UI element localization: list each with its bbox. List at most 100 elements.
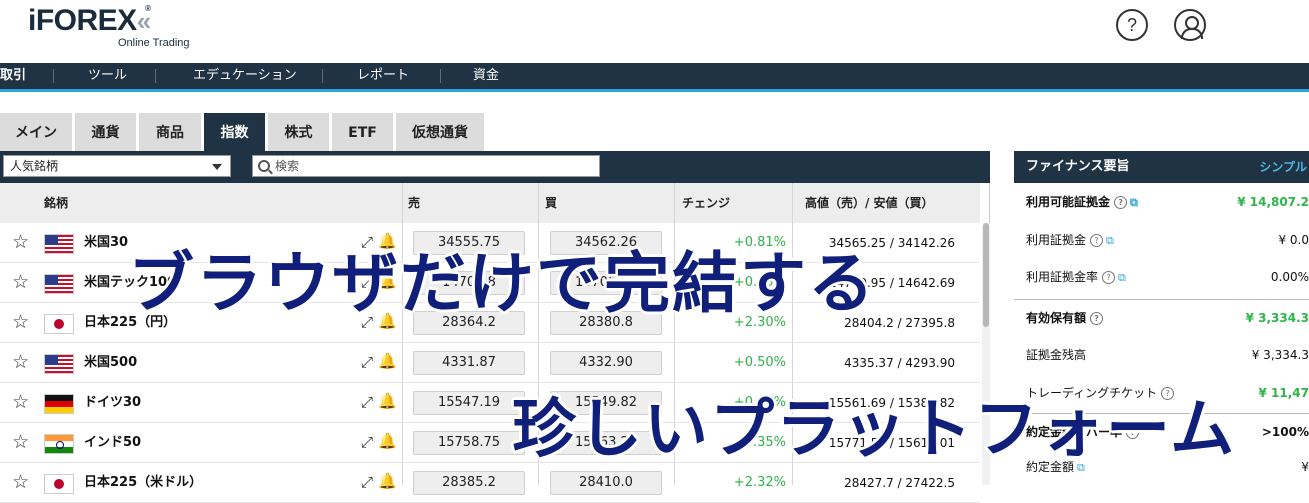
bell-icon[interactable]: 🔔 bbox=[378, 392, 397, 410]
favorite-star-icon[interactable]: ☆ bbox=[12, 472, 29, 492]
change-value: +0.50% bbox=[733, 355, 786, 370]
finance-row: 利用証拠金? ⧉ ¥ 0.0 bbox=[1014, 222, 1309, 259]
logo[interactable]: iFOREX«® bbox=[28, 4, 152, 38]
chart-icon[interactable]: ⤢ bbox=[361, 393, 373, 411]
help-icon[interactable]: ? bbox=[1114, 196, 1128, 209]
nav-divider bbox=[440, 69, 441, 83]
favorite-star-icon[interactable]: ☆ bbox=[12, 232, 29, 252]
help-icon[interactable]: ? bbox=[1090, 234, 1104, 247]
external-link-icon[interactable]: ⧉ bbox=[1130, 184, 1138, 221]
instrument-name[interactable]: インド50 bbox=[84, 423, 141, 463]
favorite-star-icon[interactable]: ☆ bbox=[12, 392, 29, 412]
app-header: iFOREX«® Online Trading ? bbox=[0, 0, 1309, 63]
tab-commodities[interactable]: 商品 bbox=[139, 113, 201, 151]
finance-row: 利用証拠金率? ⧉ 0.00% bbox=[1014, 259, 1309, 296]
instrument-name[interactable]: 日本225（米ドル） bbox=[84, 463, 202, 503]
help-icon[interactable]: ? bbox=[1102, 271, 1116, 284]
external-link-icon[interactable]: ⧉ bbox=[1118, 259, 1126, 296]
external-link-icon[interactable]: ⧉ bbox=[1106, 222, 1114, 259]
chart-icon[interactable]: ⤢ bbox=[361, 473, 373, 491]
overlay-caption-1: ブラウザだけで完結する bbox=[128, 245, 876, 322]
instrument-name[interactable]: 米国30 bbox=[84, 223, 128, 263]
tab-main[interactable]: メイン bbox=[0, 113, 72, 151]
bell-icon[interactable]: 🔔 bbox=[378, 432, 397, 450]
finance-label: 有効保有額? bbox=[1026, 300, 1104, 337]
buy-button[interactable]: 4332.90 bbox=[550, 351, 662, 375]
tab-indices[interactable]: 指数 bbox=[204, 113, 265, 151]
finance-value: ¥ 3,334.3 bbox=[1251, 348, 1309, 362]
table-row[interactable]: ☆ 米国500 ⤢ 🔔 4331.87 4332.90 +0.50% 4335.37 / 42… bbox=[0, 343, 980, 383]
table-header: 銘柄 売 買 チェンジ 高値（売）/ 安値（買） bbox=[0, 183, 980, 223]
tab-etf[interactable]: ETF bbox=[332, 113, 393, 151]
select-value: 人気銘柄 bbox=[10, 159, 59, 173]
finance-label: 利用証拠金率? ⧉ bbox=[1026, 259, 1126, 296]
nav-item-tools[interactable]: ツール bbox=[88, 63, 127, 89]
overlay-caption-2: 珍しいプラットフォーム bbox=[512, 393, 1237, 467]
finance-value: >100% bbox=[1261, 425, 1309, 439]
bell-icon[interactable]: 🔔 bbox=[378, 472, 397, 490]
finance-row: 利用可能証拠金? ⧉ ¥ 14,807.2 bbox=[1014, 184, 1309, 221]
favorite-star-icon[interactable]: ☆ bbox=[12, 312, 29, 332]
finance-value: ¥ 14,807.2 bbox=[1237, 195, 1309, 209]
search-icon bbox=[258, 160, 270, 172]
sell-button[interactable]: 4331.87 bbox=[413, 351, 525, 375]
instrument-name[interactable]: 米国500 bbox=[84, 343, 137, 383]
chart-icon[interactable]: ⤢ bbox=[361, 353, 373, 371]
buy-button[interactable]: 28410.0 bbox=[550, 471, 662, 495]
nav-item-trading[interactable]: 取引 bbox=[0, 63, 26, 89]
finance-label: 利用証拠金? ⧉ bbox=[1026, 222, 1114, 259]
chart-icon[interactable]: ⤢ bbox=[361, 433, 373, 451]
nav-item-funds[interactable]: 資金 bbox=[473, 63, 499, 89]
favorite-star-icon[interactable]: ☆ bbox=[12, 432, 29, 452]
bell-icon[interactable]: 🔔 bbox=[378, 352, 397, 370]
finance-value: ¥ 0.0 bbox=[1278, 233, 1309, 247]
flag-icon bbox=[44, 274, 74, 294]
nav-item-reports[interactable]: レポート bbox=[357, 63, 409, 89]
finance-header: ファイナンス要旨 シンプル bbox=[1014, 151, 1309, 183]
finance-row: 有効保有額? ¥ 3,334.3 bbox=[1014, 299, 1309, 337]
tab-crypto[interactable]: 仮想通貨 bbox=[396, 113, 484, 151]
flag-icon bbox=[44, 474, 74, 494]
nav-divider bbox=[155, 69, 156, 83]
help-icon[interactable]: ? bbox=[1116, 9, 1148, 41]
flag-icon bbox=[44, 434, 74, 454]
instrument-name[interactable]: ドイツ30 bbox=[84, 383, 141, 423]
filter-toolbar: 人気銘柄 検索 bbox=[0, 151, 990, 183]
search-input[interactable]: 検索 bbox=[252, 155, 600, 177]
finance-label: 利用可能証拠金? ⧉ bbox=[1026, 184, 1138, 221]
column-header-sell[interactable]: 売 bbox=[408, 183, 420, 223]
tab-stocks[interactable]: 株式 bbox=[268, 113, 329, 151]
sell-button[interactable]: 28385.2 bbox=[413, 471, 525, 495]
sell-button[interactable]: 15547.19 bbox=[413, 391, 525, 415]
category-tabs: メイン 通貨 商品 指数 株式 ETF 仮想通貨 bbox=[0, 113, 990, 151]
finance-value: 0.00% bbox=[1270, 270, 1309, 284]
sell-button[interactable]: 15758.75 bbox=[413, 431, 525, 455]
user-icon[interactable] bbox=[1174, 9, 1206, 41]
finance-label: 証拠金残高 bbox=[1026, 348, 1087, 362]
scrollbar-thumb[interactable] bbox=[983, 223, 989, 327]
help-icon[interactable]: ? bbox=[1090, 312, 1104, 325]
column-header-instrument[interactable]: 銘柄 bbox=[44, 183, 68, 223]
nav-divider bbox=[322, 69, 323, 83]
flag-icon bbox=[44, 394, 74, 414]
nav-divider bbox=[53, 69, 54, 83]
logo-subtitle: Online Trading bbox=[118, 37, 190, 49]
main-nav: 取引 ツール エデュケーション レポート 資金 bbox=[0, 63, 1309, 92]
flag-icon bbox=[44, 314, 74, 334]
column-header-high-low[interactable]: 高値（売）/ 安値（買） bbox=[805, 183, 934, 223]
finance-value: ¥ 11,47 bbox=[1258, 386, 1309, 400]
column-header-change[interactable]: チェンジ bbox=[682, 183, 730, 223]
logo-reg-mark: ® bbox=[145, 4, 151, 13]
flag-icon bbox=[44, 354, 74, 374]
finance-row: 証拠金残高 ¥ 3,334.3 bbox=[1014, 337, 1309, 374]
favorite-star-icon[interactable]: ☆ bbox=[12, 352, 29, 372]
favorite-star-icon[interactable]: ☆ bbox=[12, 272, 29, 292]
instrument-filter-select[interactable]: 人気銘柄 bbox=[3, 155, 231, 177]
tab-currency[interactable]: 通貨 bbox=[75, 113, 136, 151]
simple-view-link[interactable]: シンプル bbox=[1259, 151, 1307, 183]
finance-value: ¥ bbox=[1301, 460, 1309, 474]
column-header-buy[interactable]: 買 bbox=[545, 183, 557, 223]
nav-item-education[interactable]: エデュケーション bbox=[193, 63, 297, 89]
logo-text: iFOREX bbox=[28, 4, 137, 37]
high-low-value: 4335.37 / 4293.90 bbox=[844, 356, 955, 370]
